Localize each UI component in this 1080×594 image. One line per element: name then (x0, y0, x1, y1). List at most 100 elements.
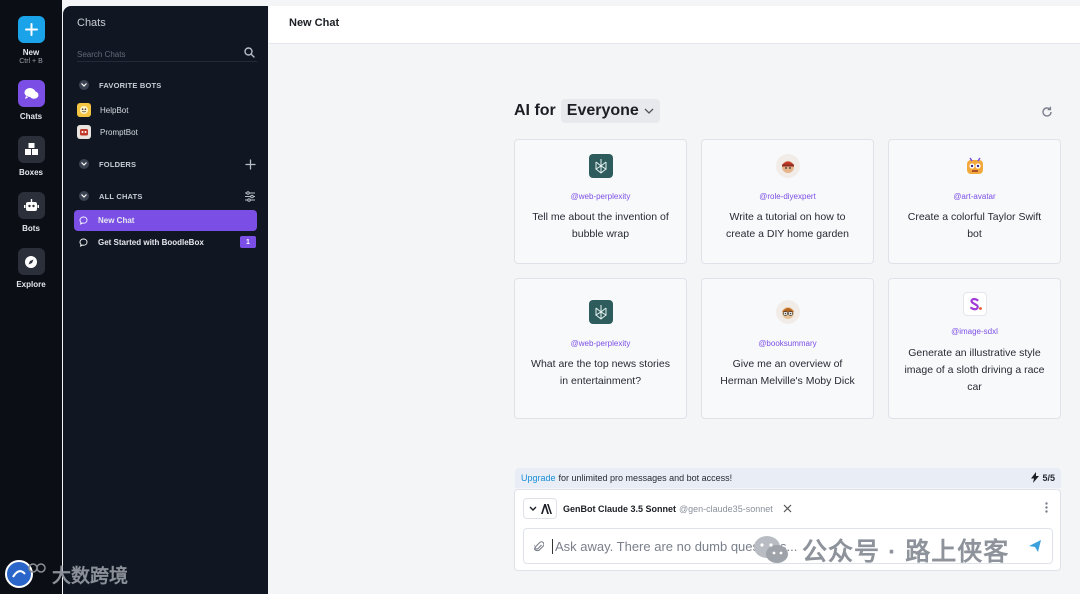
chat-item-title: Get Started with BoodleBox (98, 238, 204, 247)
main-panel: AI for Everyone @web-perplexity Tell me … (269, 44, 1080, 594)
refresh-icon[interactable] (1041, 105, 1053, 123)
new-chat-button[interactable]: New Ctrl + B (0, 16, 62, 65)
all-chats-section-toggle[interactable]: ALL CHATS (79, 191, 143, 201)
prompt-text: Generate an illustrative style image of … (904, 347, 1045, 393)
quota-value: 5/5 (1042, 472, 1055, 483)
favorite-bot-name: HelpBot (100, 105, 129, 115)
prompt-text: Create a colorful Taylor Swift bot (907, 211, 1042, 240)
selected-bot-handle: @gen-claude35-sonnet (679, 503, 773, 514)
chats-sidebar: Chats FAVORITE BOTS HelpBot PromptBot F (63, 6, 268, 594)
compass-icon (17, 248, 45, 275)
message-quota: 5/5 (1031, 472, 1055, 483)
plus-icon (17, 16, 45, 43)
chat-item-new-chat[interactable]: New Chat (74, 210, 257, 231)
chat-bubbles-icon (17, 80, 45, 107)
chevron-down-icon (79, 191, 89, 201)
suggestion-card[interactable]: @image-sdxl Generate an illustrative sty… (888, 278, 1061, 419)
art-avatar-icon (963, 154, 987, 178)
sidebar-title: Chats (77, 17, 106, 29)
left-rail: New Ctrl + B Chats Boxes Bots Explore (0, 0, 62, 594)
search-icon[interactable] (244, 45, 255, 63)
chat-item-title: New Chat (98, 216, 135, 225)
prompt-text: Write a tutorial on how to create a DIY … (726, 211, 849, 240)
suggestion-card[interactable]: @web-perplexity Tell me about the invent… (514, 139, 687, 264)
boxes-icon (17, 136, 45, 163)
chat-bubble-icon (79, 238, 88, 247)
prompt-text: What are the top news stories in enterta… (531, 358, 670, 387)
folders-heading: FOLDERS (99, 159, 137, 169)
all-chats-heading: ALL CHATS (99, 191, 143, 201)
remove-bot-close-icon[interactable] (783, 504, 792, 513)
perplexity-icon (588, 154, 613, 178)
watermark-left: 大数跨境 (4, 559, 128, 589)
bot-handle: @art-avatar (953, 192, 996, 201)
promptbot-avatar-icon (77, 125, 91, 139)
add-folder-plus-icon[interactable] (245, 157, 256, 175)
prompt-text: Give me an overview of Herman Melville's… (720, 358, 855, 387)
audience-dropdown[interactable]: Everyone (560, 99, 660, 123)
more-options-icon[interactable] (1045, 500, 1048, 518)
rail-boxes-button[interactable]: Boxes (0, 136, 62, 177)
audience-value: Everyone (566, 102, 639, 119)
diyexpert-avatar-icon (775, 154, 800, 178)
favorite-bot-promptbot[interactable]: PromptBot (77, 125, 138, 139)
unread-count-badge: 1 (240, 236, 256, 248)
chat-item-get-started[interactable]: Get Started with BoodleBox 1 (74, 232, 257, 253)
rail-bots-button[interactable]: Bots (0, 192, 62, 233)
suggestion-card[interactable]: @web-perplexity What are the top news st… (514, 278, 687, 419)
bot-handle: @image-sdxl (951, 327, 998, 336)
selected-bot-name: GenBot Claude 3.5 Sonnet (563, 503, 677, 514)
bot-handle: @web-perplexity (570, 339, 631, 348)
bot-handle: @web-perplexity (570, 192, 631, 201)
new-chat-shortcut: Ctrl + B (19, 58, 43, 65)
rail-chats-label: Chats (19, 112, 43, 121)
booksummary-avatar-icon (775, 300, 800, 324)
ai-for-heading: AI for Everyone (514, 99, 660, 123)
folders-section-toggle[interactable]: FOLDERS (79, 159, 136, 169)
lightning-icon (1031, 472, 1040, 483)
rail-bots-label: Bots (22, 224, 40, 233)
sdxl-icon (962, 292, 987, 316)
rail-explore-label: Explore (16, 280, 46, 289)
watermark-right-text: 公众号 · 路上侠客 (802, 538, 1010, 566)
suggestion-card[interactable]: @art-avatar Create a colorful Taylor Swi… (888, 139, 1061, 264)
favorite-bot-name: PromptBot (100, 127, 138, 137)
rail-boxes-label: Boxes (18, 168, 43, 177)
chevron-down-icon (644, 108, 654, 114)
search-bar (77, 44, 257, 62)
perplexity-icon (588, 300, 613, 324)
chevron-down-icon (529, 506, 537, 511)
chat-bubble-icon (79, 216, 88, 225)
wechat-logo-icon (752, 534, 790, 566)
suggestion-card[interactable]: @booksummary Give me an overview of Herm… (701, 278, 874, 419)
favorite-bots-section-toggle[interactable]: FAVORITE BOTS (79, 80, 161, 90)
watermark-right: 公众号 · 路上侠客 (752, 532, 1009, 568)
new-chat-label: New (22, 48, 40, 57)
selected-bot-row: GenBot Claude 3.5 Sonnet @gen-claude35-s… (523, 498, 792, 519)
upgrade-banner: Upgrade for unlimited pro messages and b… (515, 468, 1061, 488)
chevron-down-icon (79, 159, 89, 169)
ai-for-label: AI for (514, 102, 556, 119)
favorite-bots-heading: FAVORITE BOTS (99, 80, 162, 90)
watermark-logo-icon (4, 559, 46, 589)
upgrade-link[interactable]: Upgrade (521, 473, 556, 483)
bot-handle: @booksummary (758, 339, 817, 348)
send-icon[interactable] (1028, 539, 1042, 558)
bot-handle: @role-diyexpert (759, 192, 816, 201)
chat-header: New Chat (269, 6, 1080, 44)
filter-sliders-icon[interactable] (244, 189, 256, 207)
app-root: New Ctrl + B Chats Boxes Bots Explore Ch… (0, 0, 1080, 594)
chevron-down-icon (79, 80, 89, 90)
favorite-bot-helpbot[interactable]: HelpBot (77, 103, 128, 117)
upgrade-text: for unlimited pro messages and bot acces… (558, 473, 733, 483)
helpbot-avatar-icon (77, 103, 91, 117)
watermark-left-text: 大数跨境 (52, 565, 129, 587)
robot-icon (17, 192, 45, 219)
rail-explore-button[interactable]: Explore (0, 248, 62, 289)
search-input[interactable] (77, 50, 237, 59)
suggestion-card[interactable]: @role-diyexpert Write a tutorial on how … (701, 139, 874, 264)
paperclip-icon[interactable] (534, 540, 544, 553)
page-title: New Chat (289, 17, 340, 29)
bot-selector-chip[interactable] (523, 498, 557, 519)
rail-chats-button[interactable]: Chats (0, 80, 62, 121)
